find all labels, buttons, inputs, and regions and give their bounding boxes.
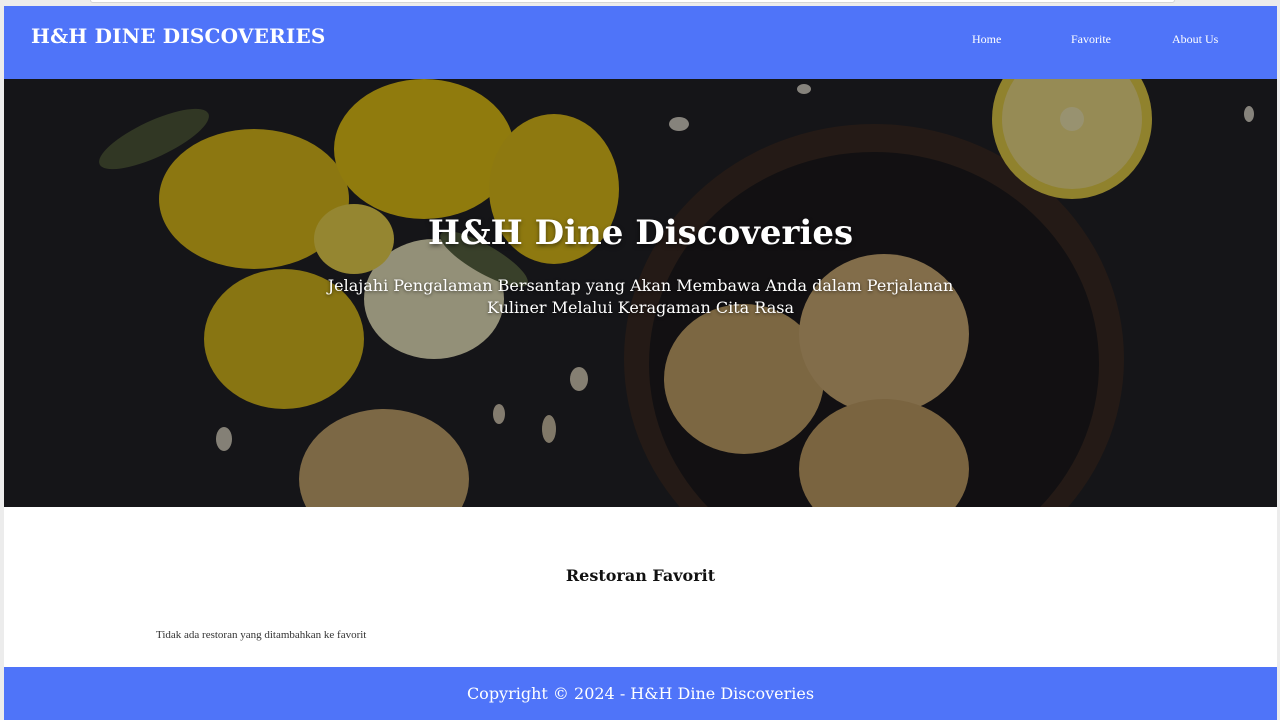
- empty-favorites-message: Tidak ada restoran yang ditambahkan ke f…: [156, 629, 367, 641]
- page: H&H DINE DISCOVERIES Home Favorite About…: [4, 6, 1277, 720]
- favorite-restaurants-heading: Restoran Favorit: [565, 566, 716, 585]
- site-header: H&H DINE DISCOVERIES Home Favorite About…: [4, 6, 1277, 79]
- hero-subtitle: Jelajahi Pengalaman Bersantap yang Akan …: [327, 276, 954, 317]
- site-footer: Copyright © 2024 - H&H Dine Discoveries: [4, 667, 1277, 720]
- hero-title: H&H Dine Discoveries: [427, 213, 854, 253]
- address-bar-edge: [90, 0, 1175, 3]
- footer-copyright: Copyright © 2024 - H&H Dine Discoveries: [466, 684, 815, 703]
- main-nav: Home Favorite About Us: [4, 6, 1277, 79]
- nav-favorite-link[interactable]: Favorite: [1071, 32, 1111, 47]
- nav-home-link[interactable]: Home: [972, 32, 1001, 47]
- hero-banner: H&H Dine Discoveries Jelajahi Pengalaman…: [4, 79, 1277, 507]
- nav-about-link[interactable]: About Us: [1172, 32, 1218, 47]
